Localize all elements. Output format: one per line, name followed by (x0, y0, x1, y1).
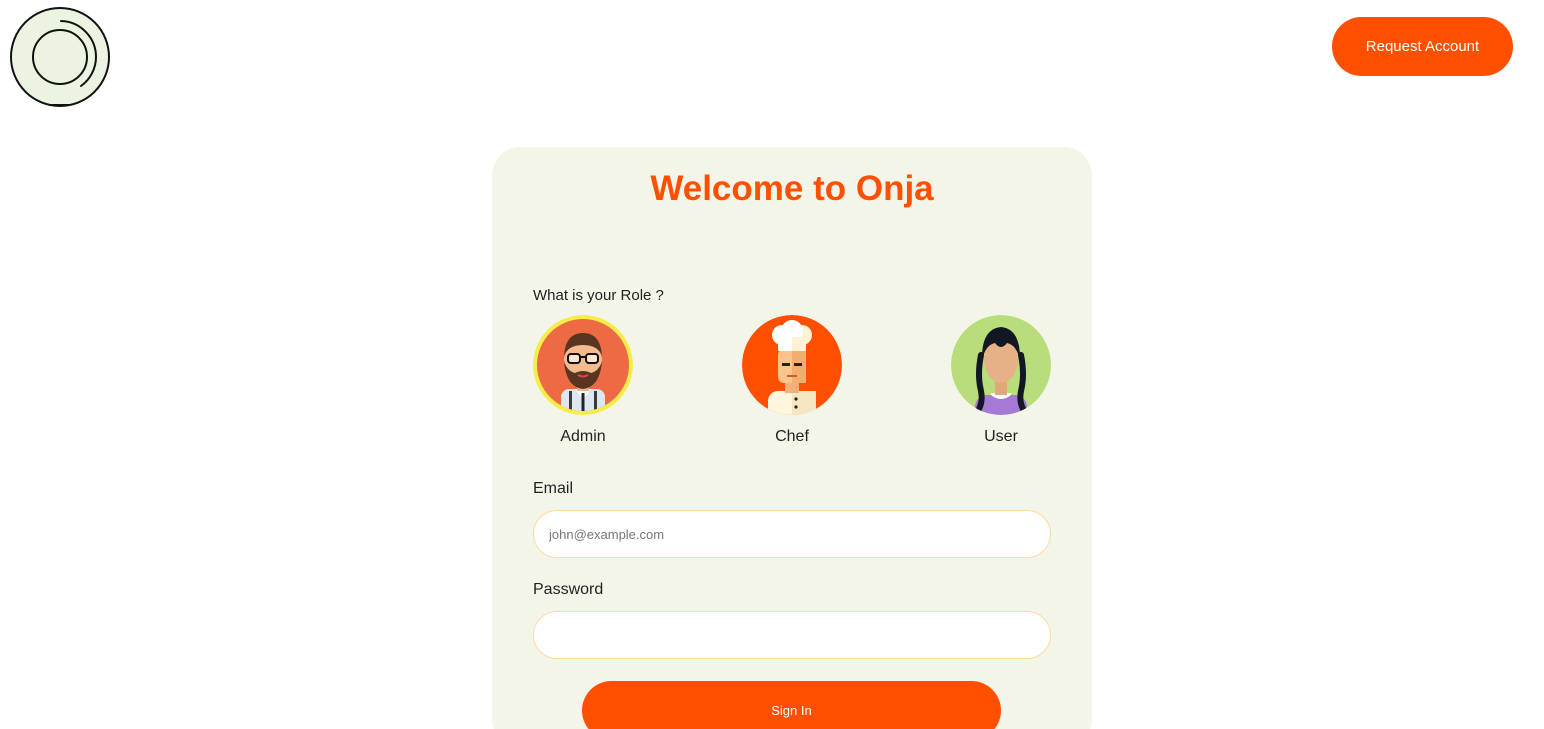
password-label: Password (533, 581, 604, 598)
email-label: Email (533, 480, 574, 497)
role-option-user[interactable]: User (951, 315, 1051, 446)
sign-in-button[interactable]: Sign In (582, 681, 1001, 729)
request-account-button[interactable]: Request Account (1332, 17, 1513, 76)
bearded-man-avatar-icon (533, 315, 633, 415)
role-label-chef: Chef (775, 428, 809, 445)
role-label-admin: Admin (560, 428, 606, 445)
onja-logo-icon (10, 7, 110, 107)
chef-avatar-icon (742, 315, 842, 415)
role-question: What is your Role ? (533, 287, 664, 304)
page-title: Welcome to Onja (650, 169, 934, 208)
password-field[interactable] (533, 611, 1051, 659)
role-option-chef[interactable]: Chef (742, 315, 842, 446)
email-field[interactable] (533, 510, 1051, 558)
login-card: Welcome to Onja What is your Role ? Admi… (492, 147, 1092, 729)
woman-braids-avatar-icon (951, 315, 1051, 415)
role-label-user: User (984, 428, 1018, 445)
role-option-admin[interactable]: Admin (533, 315, 633, 446)
